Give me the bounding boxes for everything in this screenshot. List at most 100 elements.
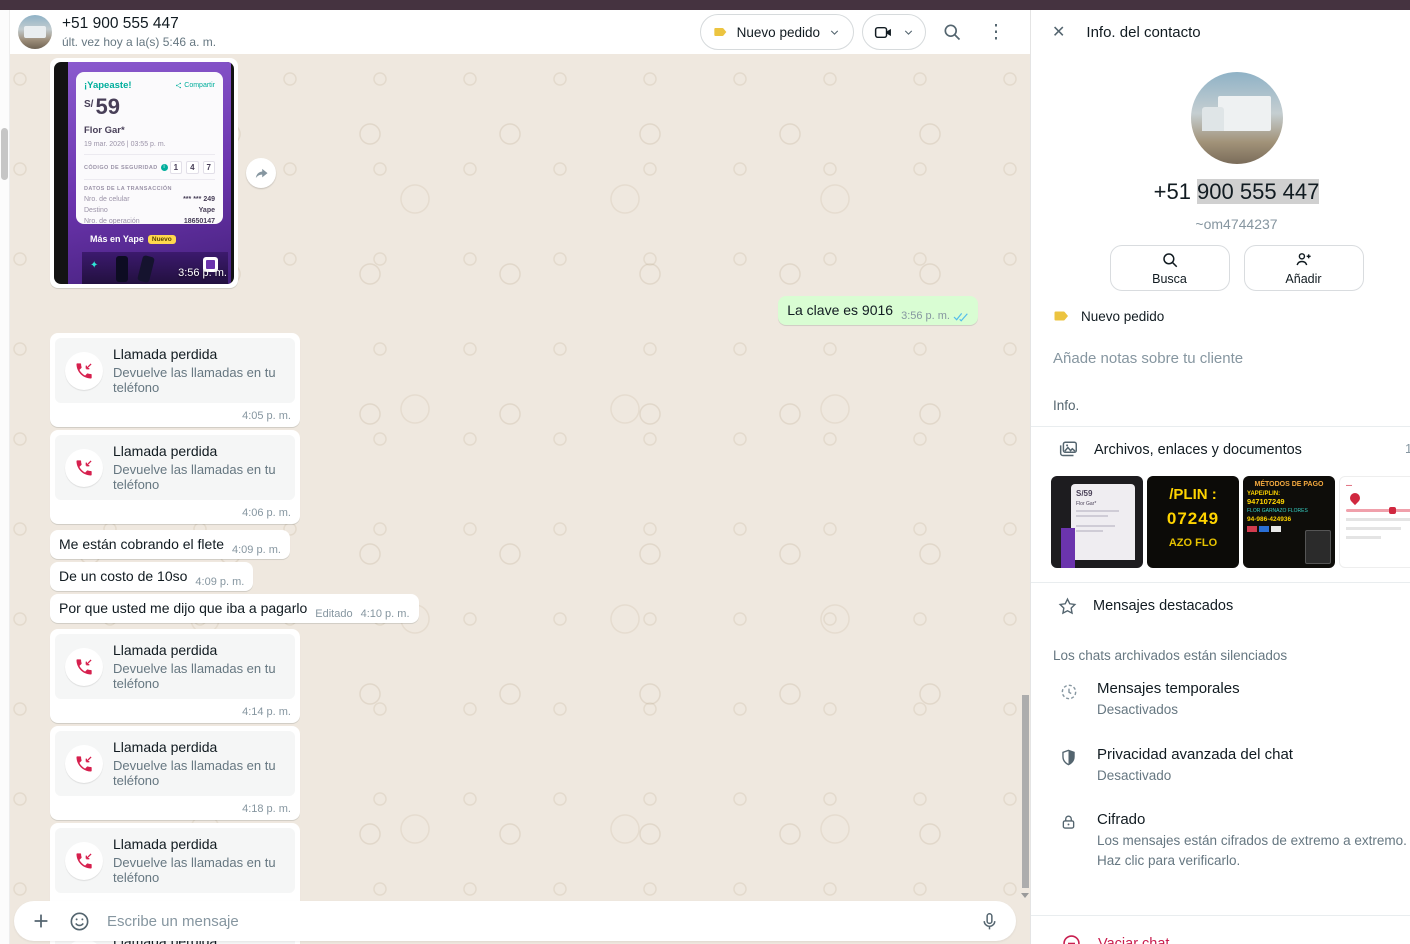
chat-scrollbar[interactable] (1022, 695, 1029, 888)
contact-avatar-large[interactable] (1191, 72, 1283, 164)
left-rail (0, 10, 10, 944)
media-files-label: Archivos, enlaces y documentos (1094, 442, 1302, 458)
setting-title: Cifrado (1097, 811, 1410, 828)
video-call-button[interactable] (862, 14, 926, 50)
search-icon[interactable] (934, 14, 970, 50)
chevron-down-icon (902, 26, 915, 39)
advanced-privacy-row[interactable]: Privacidad avanzada del chat Desactivado (1031, 733, 1410, 799)
incoming-message[interactable]: Me están cobrando el flete4:09 p. m. (50, 530, 290, 559)
header-contact[interactable]: +51 900 555 447 últ. vez hoy a la(s) 5:4… (62, 15, 700, 49)
call-title: Llamada perdida (113, 346, 285, 362)
window-top-strip (0, 0, 1410, 10)
message-time: 4:06 p. m. (55, 500, 295, 522)
order-tag-row[interactable]: Nuevo pedido (1053, 307, 1410, 325)
missed-call-message[interactable]: Llamada perdida Devuelve las llamadas en… (50, 726, 300, 820)
message-list: ¡Yapeaste! Compartir S/ 59 (10, 54, 1030, 944)
security-code-label: CÓDIGO DE SEGURIDAD (84, 165, 158, 171)
missed-call-message[interactable]: Llamada perdida Devuelve las llamadas en… (50, 333, 300, 427)
call-subtitle: Devuelve las llamadas en tu teléfono (113, 661, 285, 691)
message-row: La clave es 90163:56 p. m. (50, 296, 978, 325)
thumbnail-plin-number[interactable]: /PLIN : 07249 AZO FLO (1147, 476, 1239, 568)
chat-column: +51 900 555 447 últ. vez hoy a la(s) 5:4… (10, 10, 1030, 944)
thumbnail-payment-methods[interactable]: MÉTODOS DE PAGO YAPE/PLIN: 947107249 FLO… (1243, 476, 1335, 568)
panel-header: ✕ Info. del contacto (1031, 10, 1410, 54)
chat-wallpaper: ¡Yapeaste! Compartir S/ 59 (10, 54, 1030, 944)
call-title: Llamada perdida (113, 443, 285, 459)
call-title: Llamada perdida (113, 642, 285, 658)
mic-icon[interactable] (979, 911, 1000, 932)
call-subtitle: Devuelve las llamadas en tu teléfono (113, 365, 285, 395)
setting-subtitle: Desactivados (1097, 700, 1240, 720)
order-label-button[interactable]: Nuevo pedido (700, 14, 854, 50)
media-thumbnails: S/59 Flor Gar* /PLIN : 07249 AZO FLO MÉT… (1031, 473, 1410, 582)
info-icon: i (161, 164, 168, 171)
outgoing-message[interactable]: La clave es 90163:56 p. m. (778, 296, 978, 325)
read-receipt-icon (953, 310, 969, 322)
scroll-down-arrow[interactable] (1021, 893, 1029, 898)
disappearing-messages-row[interactable]: Mensajes temporales Desactivados (1031, 667, 1410, 733)
message-time: 4:09 p. m. (195, 576, 244, 588)
add-contact-button[interactable]: Añadir (1244, 245, 1364, 291)
shield-icon (1059, 748, 1081, 786)
search-icon (1161, 251, 1179, 269)
contact-avatar-small[interactable] (18, 15, 52, 49)
call-title: Llamada perdida (113, 739, 285, 755)
missed-call-message[interactable]: Llamada perdida Devuelve las llamadas en… (50, 430, 300, 524)
media-files-row[interactable]: Archivos, enlaces y documentos 1 (1031, 427, 1410, 473)
message-text: Me están cobrando el flete (59, 536, 224, 552)
search-in-chat-button[interactable]: Busca (1110, 245, 1230, 291)
clear-chat-row[interactable]: Vaciar chat (1031, 916, 1410, 944)
clear-chat-label: Vaciar chat (1098, 936, 1169, 944)
info-section-label: Info. (1053, 398, 1410, 413)
message-row: Llamada perdida Devuelve las llamadas en… (50, 430, 978, 524)
transaction-label: DATOS DE LA TRANSACCIÓN (84, 186, 215, 192)
missed-call-message[interactable]: Llamada perdida Devuelve las llamadas en… (50, 629, 300, 723)
message-text: Por que usted me dijo que iba a pagarlo (59, 600, 307, 616)
encryption-row[interactable]: Cifrado Los mensajes están cifrados de e… (1031, 798, 1410, 883)
message-input[interactable]: Escribe un mensaje (107, 913, 963, 930)
search-button-label: Busca (1152, 272, 1187, 286)
archived-muted-note: Los chats archivados están silenciados (1031, 629, 1410, 667)
forward-button[interactable] (246, 158, 276, 188)
receipt-footer: Más en Yape Nuevo (90, 234, 176, 244)
contact-phone: +51 900 555 447 (1031, 179, 1410, 205)
add-button-label: Añadir (1285, 272, 1321, 286)
contact-info-panel: ✕ Info. del contacto +51 900 555 447 ~om… (1030, 10, 1410, 944)
contact-username: ~om4744237 (1031, 216, 1410, 232)
setting-title: Privacidad avanzada del chat (1097, 746, 1293, 763)
star-icon (1057, 596, 1078, 617)
emoji-icon[interactable] (68, 910, 91, 933)
message-row: Me están cobrando el flete4:09 p. m. (50, 530, 978, 559)
incoming-message[interactable]: De un costo de 10so4:09 p. m. (50, 562, 253, 591)
menu-kebab-icon[interactable]: ⋮ (978, 14, 1014, 50)
close-icon[interactable]: ✕ (1052, 22, 1065, 42)
security-digits: 147 (170, 161, 215, 174)
yape-receipt-image: ¡Yapeaste! Compartir S/ 59 (54, 62, 234, 284)
message-time: 3:56 p. m. (901, 310, 950, 322)
notes-placeholder[interactable]: Añade notas sobre tu cliente (1053, 350, 1410, 367)
left-scrollbar[interactable] (1, 128, 8, 180)
minus-circle-icon (1061, 933, 1082, 944)
starred-messages-row[interactable]: Mensajes destacados (1031, 583, 1410, 629)
image-message[interactable]: ¡Yapeaste! Compartir S/ 59 (50, 58, 238, 288)
order-label-text: Nuevo pedido (737, 25, 820, 40)
contact-name: +51 900 555 447 (62, 15, 700, 33)
last-seen-text: últ. vez hoy a la(s) 5:46 a. m. (62, 35, 700, 49)
message-row: Llamada perdida Devuelve las llamadas en… (50, 333, 978, 427)
receipt-card: ¡Yapeaste! Compartir S/ 59 (76, 72, 223, 224)
thumbnail-tracking[interactable]: — (1339, 476, 1410, 568)
header-controls: Nuevo pedido ⋮ (700, 14, 1014, 50)
incoming-message[interactable]: Por que usted me dijo que iba a pagarlo E… (50, 594, 419, 623)
missed-call-icon (65, 648, 103, 686)
edited-label: Editado (315, 608, 352, 620)
message-row: Llamada perdida Devuelve las llamadas en… (50, 726, 978, 820)
attach-plus-icon[interactable] (30, 910, 52, 932)
message-row: ¡Yapeaste! Compartir S/ 59 (50, 58, 978, 288)
thumbnail-yape-receipt[interactable]: S/59 Flor Gar* (1051, 476, 1143, 568)
call-subtitle: Devuelve las llamadas en tu teléfono (113, 462, 285, 492)
message-row: Llamada perdida Devuelve las llamadas en… (50, 629, 978, 723)
message-time: 4:18 p. m. (55, 796, 295, 818)
panel-title: Info. del contacto (1086, 24, 1200, 41)
tag-icon (1053, 307, 1071, 325)
receipt-date: 19 mar. 2026 | 03:55 p. m. (84, 141, 215, 155)
